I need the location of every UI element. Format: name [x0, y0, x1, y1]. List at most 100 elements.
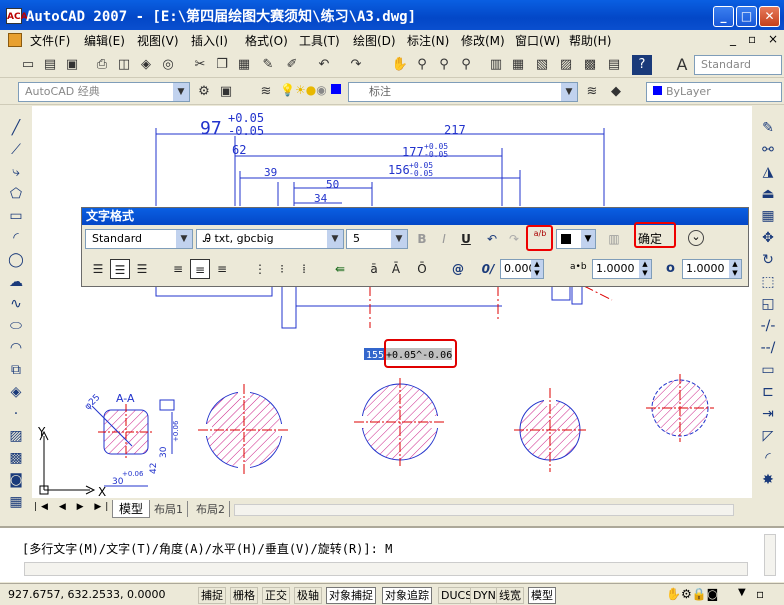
- color-select[interactable]: ByLayer: [646, 82, 782, 102]
- region-icon[interactable]: ◙: [6, 470, 26, 490]
- erase-icon[interactable]: ✎: [758, 118, 778, 138]
- polar-toggle[interactable]: 极轴: [294, 587, 322, 604]
- tab-layout2[interactable]: 布局2: [192, 501, 230, 517]
- lineweight-toggle[interactable]: 线宽: [496, 587, 524, 604]
- markup-icon[interactable]: ▩: [580, 55, 600, 75]
- numbering-icon[interactable]: ⋮: [250, 259, 270, 279]
- doc-minimize-button[interactable]: _: [730, 32, 736, 46]
- design-center-icon[interactable]: ▦: [508, 55, 528, 75]
- open-icon[interactable]: ▤: [40, 55, 60, 75]
- construction-line-icon[interactable]: ⟋: [6, 140, 26, 160]
- block-editor-icon[interactable]: ✐: [282, 55, 302, 75]
- match-properties-icon[interactable]: ✎: [258, 55, 278, 75]
- menu-help[interactable]: 帮助(H): [569, 32, 611, 49]
- menu-file[interactable]: 文件(F): [30, 32, 70, 49]
- overline-icon[interactable]: Ō: [412, 259, 432, 279]
- gradient-icon[interactable]: ▩: [6, 448, 26, 468]
- workspace-select[interactable]: AutoCAD 经典 ▼: [18, 82, 190, 102]
- menu-dimension[interactable]: 标注(N): [407, 32, 449, 49]
- options-button[interactable]: ⌄: [688, 230, 704, 246]
- extend-icon[interactable]: --/: [758, 338, 778, 358]
- model-toggle[interactable]: 模型: [528, 587, 556, 604]
- line-icon[interactable]: ╱: [6, 118, 26, 138]
- print-icon[interactable]: ⎙: [92, 55, 112, 75]
- copy-object-icon[interactable]: ⚯: [758, 140, 778, 160]
- menu-format[interactable]: 格式(O): [245, 32, 288, 49]
- sheet-set-icon[interactable]: ▨: [556, 55, 576, 75]
- workspace-settings-icon[interactable]: ⚙: [194, 82, 214, 102]
- zoom-previous-icon[interactable]: ⚲: [456, 55, 476, 75]
- help-icon[interactable]: ?: [632, 55, 652, 75]
- table-icon[interactable]: ▦: [6, 492, 26, 512]
- layer-manager-icon[interactable]: ≋: [256, 82, 276, 102]
- doc-close-button[interactable]: ×: [768, 32, 778, 46]
- letters-icon[interactable]: ⁞: [294, 259, 314, 279]
- join-icon[interactable]: ⇥: [758, 404, 778, 424]
- tool-palettes-icon[interactable]: ▧: [532, 55, 552, 75]
- zoom-realtime-icon[interactable]: ⚲: [412, 55, 432, 75]
- underline-button[interactable]: U: [456, 229, 476, 249]
- fillet-icon[interactable]: ◜: [758, 448, 778, 468]
- zoom-window-icon[interactable]: ⚲: [434, 55, 454, 75]
- hatch-icon[interactable]: ▨: [6, 426, 26, 446]
- snap-toggle[interactable]: 捕捉: [198, 587, 226, 604]
- horizontal-scrollbar[interactable]: [234, 504, 734, 516]
- bullets-icon[interactable]: ⁝: [272, 259, 292, 279]
- properties-icon[interactable]: ▥: [486, 55, 506, 75]
- save-icon[interactable]: ▣: [62, 55, 82, 75]
- menu-edit[interactable]: 编辑(E): [84, 32, 125, 49]
- middle-align-icon[interactable]: ≡: [190, 259, 210, 279]
- top-align-icon[interactable]: ≡: [168, 259, 188, 279]
- new-icon[interactable]: ▭: [18, 55, 38, 75]
- menu-draw[interactable]: 绘图(D): [353, 32, 396, 49]
- insert-field-icon[interactable]: ⇚: [330, 259, 350, 279]
- align-left-icon[interactable]: ☰: [88, 259, 108, 279]
- minimize-button[interactable]: _: [713, 6, 734, 27]
- tray-menu-icon[interactable]: ▼: [738, 587, 746, 598]
- text-style-dropdown[interactable]: Standard ▼: [85, 229, 193, 249]
- point-icon[interactable]: ·: [6, 404, 26, 424]
- width-factor-input[interactable]: 1.0000 ▲ ▼: [682, 259, 742, 279]
- mirror-icon[interactable]: ◮: [758, 162, 778, 182]
- calculator-icon[interactable]: ▤: [604, 55, 624, 75]
- break-icon[interactable]: ⊏: [758, 382, 778, 402]
- copy-icon[interactable]: ❐: [212, 55, 232, 75]
- menu-modify[interactable]: 修改(M): [461, 32, 505, 49]
- maximize-button[interactable]: □: [736, 6, 757, 27]
- tracking-input[interactable]: 1.0000 ▲ ▼: [592, 259, 652, 279]
- text-height-dropdown[interactable]: 5 ▼: [346, 229, 408, 249]
- publish-icon[interactable]: ◈: [136, 55, 156, 75]
- ellipse-icon[interactable]: ⬭: [6, 316, 26, 336]
- otrack-toggle[interactable]: 对象追踪: [382, 587, 432, 604]
- rotate-icon[interactable]: ↻: [758, 250, 778, 270]
- autocad-app-icon[interactable]: ACA: [6, 8, 28, 24]
- clean-screen-icon[interactable]: ▫: [756, 587, 764, 601]
- scale-icon[interactable]: ⬚: [758, 272, 778, 292]
- preview-icon[interactable]: ◫: [114, 55, 134, 75]
- trim-icon[interactable]: -/-: [758, 316, 778, 336]
- font-dropdown[interactable]: Ꭿ txt, gbcbig ▼: [196, 229, 344, 249]
- symbol-button[interactable]: @: [448, 259, 468, 279]
- ellipse-arc-icon[interactable]: ◠: [6, 338, 26, 358]
- tray-icons[interactable]: ✋⚙🔒◙: [666, 587, 718, 601]
- ok-button[interactable]: 确定: [638, 230, 662, 247]
- lowercase-icon[interactable]: Ā: [386, 259, 406, 279]
- cut-icon[interactable]: ✂: [190, 55, 210, 75]
- revision-cloud-icon[interactable]: ☁: [6, 272, 26, 292]
- grid-toggle[interactable]: 栅格: [230, 587, 258, 604]
- command-scrollbar[interactable]: [24, 562, 748, 576]
- dyn-toggle[interactable]: DYN: [470, 587, 499, 604]
- workspace-save-icon[interactable]: ▣: [216, 82, 236, 102]
- align-right-icon[interactable]: ☰: [132, 259, 152, 279]
- redo-icon[interactable]: ↷: [346, 55, 366, 75]
- stack-icon[interactable]: a/b: [530, 229, 550, 249]
- tab-layout1[interactable]: 布局1: [150, 501, 188, 517]
- oblique-angle-input[interactable]: 0.0000 ▲ ▼: [500, 259, 544, 279]
- polygon-icon[interactable]: ⬠: [6, 184, 26, 204]
- align-center-icon[interactable]: ☰: [110, 259, 130, 279]
- doc-restore-button[interactable]: ▫: [748, 32, 756, 46]
- command-line[interactable]: [多行文字(M)/文字(T)/角度(A)/水平(H)/垂直(V)/旋转(R)]:…: [22, 540, 392, 557]
- circle-icon[interactable]: ◯: [6, 250, 26, 270]
- document-icon[interactable]: [8, 33, 22, 47]
- text-color-dropdown[interactable]: ▼: [556, 229, 596, 249]
